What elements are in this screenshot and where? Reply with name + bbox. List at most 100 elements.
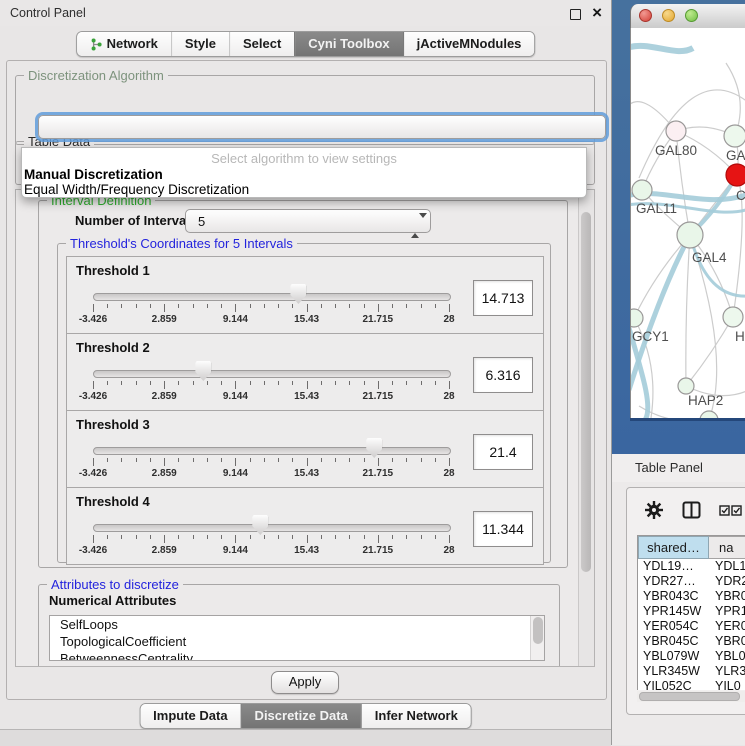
table-row[interactable]: YBL079WYBL0	[638, 649, 745, 664]
tick-mark	[449, 381, 450, 389]
column-header-name[interactable]: na	[709, 536, 745, 559]
table-row[interactable]: YBR043CYBR0	[638, 589, 745, 604]
slider-tick-labels: -3.4262.8599.14415.4321.71528	[93, 391, 449, 403]
tab-network[interactable]: Network	[77, 32, 171, 56]
tick-mark	[278, 535, 279, 539]
slider-handle[interactable]	[195, 361, 211, 381]
threshold-rows-panel: Threshold 1 -3.4262.8599.14415.4321.71528…	[66, 256, 544, 565]
tick-mark	[321, 535, 322, 539]
tick-mark	[307, 458, 308, 466]
tick-mark	[307, 381, 308, 389]
cell-shared-name: YDR27…	[638, 574, 709, 589]
tick-mark	[449, 304, 450, 312]
tick-mark	[150, 535, 151, 539]
tick-mark	[150, 458, 151, 462]
list-item[interactable]: BetweennessCentrality	[50, 650, 544, 661]
threshold-row: Threshold 1-3.4262.8599.14415.4321.71528…	[67, 257, 543, 333]
cell-name: YER0	[709, 619, 745, 634]
settings-scrollbar[interactable]	[578, 190, 594, 666]
tick-mark	[335, 381, 336, 385]
tick-label: 9.144	[223, 545, 248, 556]
tick-mark	[349, 304, 350, 308]
tick-mark	[178, 458, 179, 462]
tick-mark	[392, 458, 393, 462]
table-row[interactable]: YBR045CYBR0	[638, 634, 745, 649]
close-icon[interactable]: ×	[592, 1, 602, 25]
tab-label: Cyni Toolbox	[308, 32, 389, 56]
network-node	[666, 121, 686, 141]
slider-track[interactable]	[93, 370, 451, 378]
table-row[interactable]: YDR27…YDR2	[638, 574, 745, 589]
tab-style[interactable]: Style	[171, 32, 229, 56]
tab-discretize-data[interactable]: Discretize Data	[241, 704, 361, 728]
tab-label: jActiveMNodules	[417, 32, 522, 56]
discretization-algorithm-group: Discretization Algorithm	[15, 75, 595, 145]
tick-mark	[221, 458, 222, 462]
list-item[interactable]: SelfLoops	[50, 616, 544, 633]
close-traffic-light[interactable]	[639, 9, 652, 22]
tick-mark	[406, 535, 407, 539]
table-row[interactable]: YLR345WYLR3	[638, 664, 745, 679]
popup-option-manual-discretization[interactable]: Manual Discretization	[22, 167, 586, 182]
num-intervals-combobox[interactable]: 5	[185, 209, 431, 233]
network-canvas[interactable]: GAL80GACGAL11GAL4GCY1HHAP2	[630, 28, 745, 418]
apply-button[interactable]: Apply	[271, 671, 339, 694]
threshold-value-field[interactable]: 14.713	[473, 280, 533, 316]
tick-mark	[250, 458, 251, 462]
tab-select[interactable]: Select	[229, 32, 294, 56]
network-node	[723, 307, 743, 327]
cell-name: YBR0	[709, 634, 745, 649]
control-panel: Control Panel × NetworkStyleSelectCyni T…	[0, 0, 612, 745]
tick-mark	[292, 535, 293, 539]
slider-handle[interactable]	[290, 284, 306, 304]
slider-handle[interactable]	[252, 515, 268, 535]
slider-track[interactable]	[93, 524, 451, 532]
column-header-shared-name[interactable]: shared…	[638, 536, 709, 559]
node-attribute-table[interactable]: shared… na YDL19…YDL1YDR27…YDR2YBR043CYB…	[637, 535, 745, 690]
top-tab-bar: NetworkStyleSelect Cyni Toolbox jActiveMNo…	[76, 31, 536, 57]
slider-track[interactable]	[93, 293, 451, 301]
columns-icon[interactable]	[682, 501, 701, 519]
zoom-traffic-light[interactable]	[685, 9, 698, 22]
table-row[interactable]: YIL052CYIL0	[638, 679, 745, 690]
tab-jactivemnodules[interactable]: jActiveMNodules	[403, 32, 535, 56]
threshold-value-field[interactable]: 6.316	[473, 357, 533, 393]
tick-mark	[421, 458, 422, 462]
float-window-icon[interactable]	[570, 9, 581, 20]
threshold-value-field[interactable]: 11.344	[473, 511, 533, 547]
tick-label: 2.859	[152, 314, 177, 325]
tick-mark	[349, 381, 350, 385]
tick-mark	[264, 458, 265, 462]
algorithm-combobox[interactable]	[38, 115, 606, 139]
tick-mark	[107, 381, 108, 385]
checkboxes-icon[interactable]	[719, 505, 743, 516]
slider-track[interactable]	[93, 447, 451, 455]
threshold-value-field[interactable]: 21.4	[473, 434, 533, 470]
gear-icon[interactable]	[645, 501, 663, 519]
tick-mark	[364, 458, 365, 462]
tick-mark	[378, 535, 379, 543]
table-row[interactable]: YDL19…YDL1	[638, 559, 745, 574]
network-edge	[686, 235, 690, 386]
threshold-label: Threshold 1	[76, 263, 150, 278]
popup-option-equal-width-frequency-discretization[interactable]: Equal Width/Frequency Discretization	[22, 182, 586, 197]
thresholds-title: Threshold's Coordinates for 5 Intervals	[66, 236, 297, 251]
slider-ticks	[93, 458, 449, 467]
slider-ticks	[93, 535, 449, 544]
tab-impute-data[interactable]: Impute Data	[140, 704, 240, 728]
numerical-attributes-list[interactable]: SelfLoopsTopologicalCoefficientBetweenne…	[49, 615, 545, 661]
table-hscrollbar[interactable]	[637, 691, 745, 702]
tab-infer-network[interactable]: Infer Network	[361, 704, 471, 728]
tab-cyni-toolbox[interactable]: Cyni Toolbox	[294, 32, 402, 56]
slider-handle[interactable]	[366, 438, 382, 458]
list-item[interactable]: TopologicalCoefficient	[50, 633, 544, 650]
table-row[interactable]: YPR145WYPR1	[638, 604, 745, 619]
tick-label: 21.715	[363, 545, 394, 556]
tick-label: 21.715	[363, 314, 394, 325]
minimize-traffic-light[interactable]	[662, 9, 675, 22]
thresholds-group: Threshold's Coordinates for 5 Intervals …	[57, 243, 551, 563]
cell-shared-name: YIL052C	[638, 679, 709, 690]
attributes-list-scrollbar[interactable]	[530, 616, 544, 660]
table-row[interactable]: YER054CYER0	[638, 619, 745, 634]
tick-label: 9.144	[223, 314, 248, 325]
